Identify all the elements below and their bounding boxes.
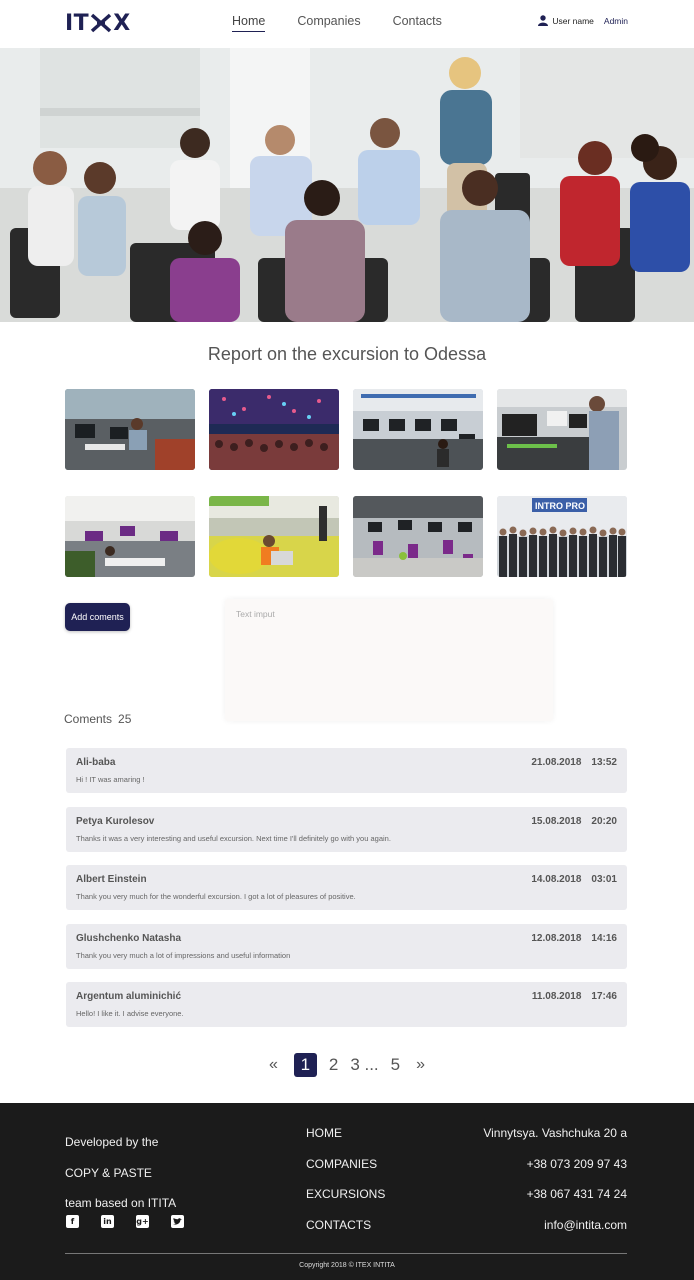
comment-datetime: 21.08.2018 13:52 [531, 757, 617, 768]
linkedin-icon[interactable]: in [101, 1215, 114, 1228]
main-nav: Home Companies Contacts [232, 14, 442, 32]
nav-companies[interactable]: Companies [297, 14, 360, 32]
intropro-sign: INTRO PRO [535, 501, 585, 511]
footer-address: Vinnytsya. Vashchuka 20 a [483, 1126, 627, 1140]
comments-count: Coments 25 [64, 712, 131, 726]
comment-item: Glushchenko Natasha 12.08.2018 14:16 Than… [66, 923, 627, 969]
page-5-button[interactable]: 5 [391, 1055, 400, 1075]
comment-text: Hi ! IT was amaring ! [76, 775, 145, 784]
page-2-button[interactable]: 2 [329, 1055, 338, 1075]
footer-link-home[interactable]: HOME [306, 1118, 385, 1149]
copyright: Copyright 2018 © ITEX INTITA [299, 1262, 395, 1269]
comment-text: Hello! I like it. I advise everyone. [76, 1009, 184, 1018]
google-plus-icon[interactable]: g+ [136, 1215, 149, 1228]
logo-x: X [113, 10, 131, 36]
gallery-photo[interactable]: INTRO PRO [497, 496, 627, 577]
footer-link-contacts[interactable]: CONTACTS [306, 1210, 385, 1241]
footer-link-excursions[interactable]: EXCURSIONS [306, 1179, 385, 1210]
comment-author: Glushchenko Natasha [76, 932, 182, 944]
user-name: User name [552, 15, 594, 26]
footer-about: Developed by the COPY & PASTE team based… [65, 1127, 176, 1219]
footer-email[interactable]: info@intita.com [483, 1210, 627, 1241]
group-meeting-illustration [0, 48, 694, 322]
comment-date: 21.08.2018 [531, 757, 582, 768]
nav-home[interactable]: Home [232, 14, 266, 32]
facebook-icon[interactable]: f [66, 1215, 79, 1228]
prev-page-button[interactable]: « [269, 1056, 278, 1074]
comment-time: 20:20 [591, 815, 617, 827]
comment-item: Ali-baba 21.08.2018 13:52 Hi ! IT was ama… [66, 748, 627, 793]
logo-it: IT [65, 10, 90, 36]
hero-image [0, 48, 694, 322]
comment-datetime: 15.08.2018 20:20 [531, 816, 617, 827]
footer-about-line: team based on ITITA [65, 1196, 177, 1210]
page-3-button[interactable]: 3 ... [350, 1055, 378, 1075]
user-menu[interactable]: User name [538, 15, 594, 26]
logo[interactable]: IT X [65, 10, 131, 36]
gallery-photo[interactable] [209, 496, 339, 577]
comment-time: 13:52 [591, 757, 617, 768]
footer-phone-1[interactable]: +38 073 209 97 43 [483, 1149, 627, 1180]
comment-date: 12.08.2018 [531, 932, 582, 944]
comments-number: 25 [118, 712, 132, 726]
footer-about-line: Developed by the [65, 1135, 159, 1149]
footer-link-companies[interactable]: COMPANIES [306, 1149, 385, 1180]
admin-link[interactable]: Admin [604, 16, 628, 26]
user-icon [538, 15, 549, 26]
photo-gallery: INTRO PRO [65, 389, 627, 577]
twitter-icon[interactable] [171, 1215, 184, 1228]
gallery-photo[interactable] [353, 389, 483, 470]
gallery-photo[interactable] [497, 389, 627, 470]
comment-item: Albert Einstein 14.08.2018 03:01 Thank yo… [66, 865, 627, 910]
pagination: « 1 2 3 ... 5 » [0, 1053, 694, 1077]
footer: Developed by the COPY & PASTE team based… [0, 1103, 694, 1280]
add-comment-button[interactable]: Add coments [65, 603, 130, 631]
gallery-photo[interactable] [65, 389, 195, 470]
comment-text: Thanks it was a very interesting and use… [76, 833, 391, 843]
next-page-button[interactable]: » [416, 1056, 425, 1074]
comment-author: Petya Kurolesov [76, 815, 155, 827]
gallery-photo[interactable] [209, 389, 339, 470]
comment-text-input[interactable] [225, 599, 553, 721]
social-links: f in g+ [66, 1215, 184, 1228]
page-title: Report on the excursion to Odessa [207, 344, 487, 364]
footer-about-line: COPY & PASTE [65, 1165, 152, 1180]
header: IT X Home Companies Contacts User name A… [0, 0, 694, 48]
comment-text: Thank you very much for the wonderful ex… [76, 892, 356, 901]
footer-nav: HOME COMPANIES EXCURSIONS CONTACTS [306, 1118, 385, 1240]
footer-divider [65, 1253, 627, 1254]
logo-x-icon [90, 12, 112, 34]
comment-datetime: 11.08.2018 17:46 [532, 991, 617, 1002]
comment-item: Argentum aluminichić 11.08.2018 17:46 Hel… [66, 982, 627, 1027]
comment-time: 03:01 [591, 874, 617, 885]
comments-list: Ali-baba 21.08.2018 13:52 Hi ! IT was ama… [66, 748, 627, 1041]
user-area: User name Admin [538, 15, 628, 26]
comment-text: Thank you very much a lot of impressions… [76, 950, 291, 960]
gallery-photo[interactable] [353, 496, 483, 577]
comment-datetime: 14.08.2018 03:01 [531, 874, 617, 885]
comment-date: 14.08.2018 [531, 874, 582, 885]
comment-author: Ali-baba [76, 757, 116, 768]
comment-datetime: 12.08.2018 14:16 [531, 933, 617, 944]
comment-author: Albert Einstein [76, 874, 147, 885]
footer-phone-2[interactable]: +38 067 431 74 24 [483, 1179, 627, 1210]
page-1-button[interactable]: 1 [293, 1053, 317, 1077]
gallery-photo[interactable] [65, 496, 195, 577]
comment-date: 15.08.2018 [531, 815, 582, 827]
comment-time: 14:16 [591, 932, 617, 944]
comment-item: Petya Kurolesov 15.08.2018 20:20 Thanks i… [66, 806, 627, 852]
footer-contacts: Vinnytsya. Vashchuka 20 a +38 073 209 97… [483, 1118, 627, 1240]
comment-author: Argentum aluminichić [76, 991, 182, 1002]
comment-time: 17:46 [591, 991, 617, 1002]
nav-contacts[interactable]: Contacts [393, 14, 442, 32]
comment-date: 11.08.2018 [531, 991, 582, 1002]
comments-label: Coments [64, 712, 113, 726]
